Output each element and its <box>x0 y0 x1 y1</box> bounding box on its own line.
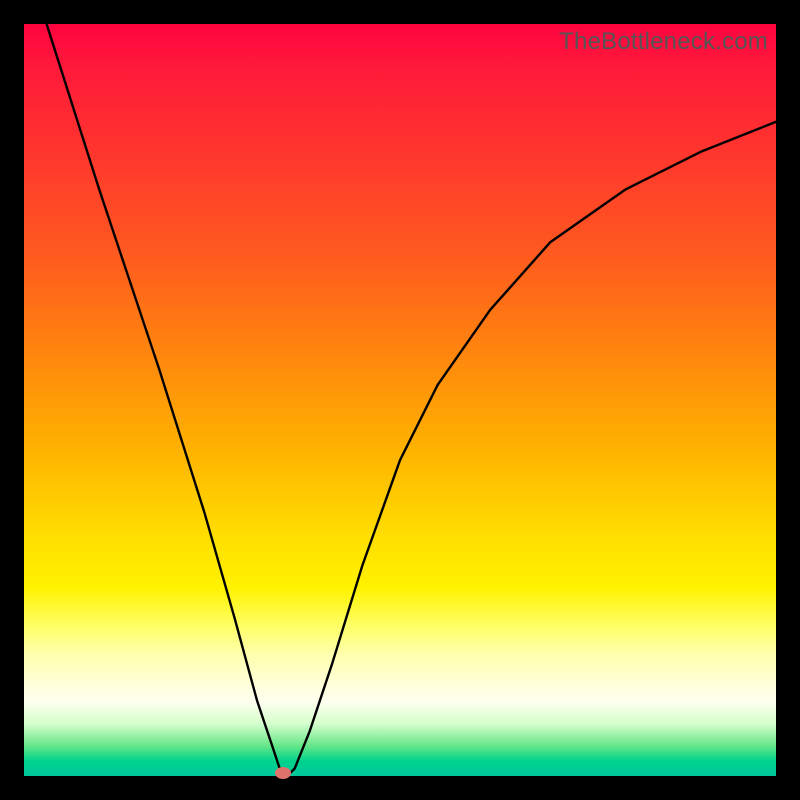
curve-path <box>47 24 776 776</box>
watermark-text: TheBottleneck.com <box>559 28 768 56</box>
plot-area: TheBottleneck.com <box>24 24 776 776</box>
bottleneck-curve <box>24 24 776 776</box>
chart-frame: TheBottleneck.com <box>0 0 800 800</box>
minimum-marker <box>275 767 291 779</box>
